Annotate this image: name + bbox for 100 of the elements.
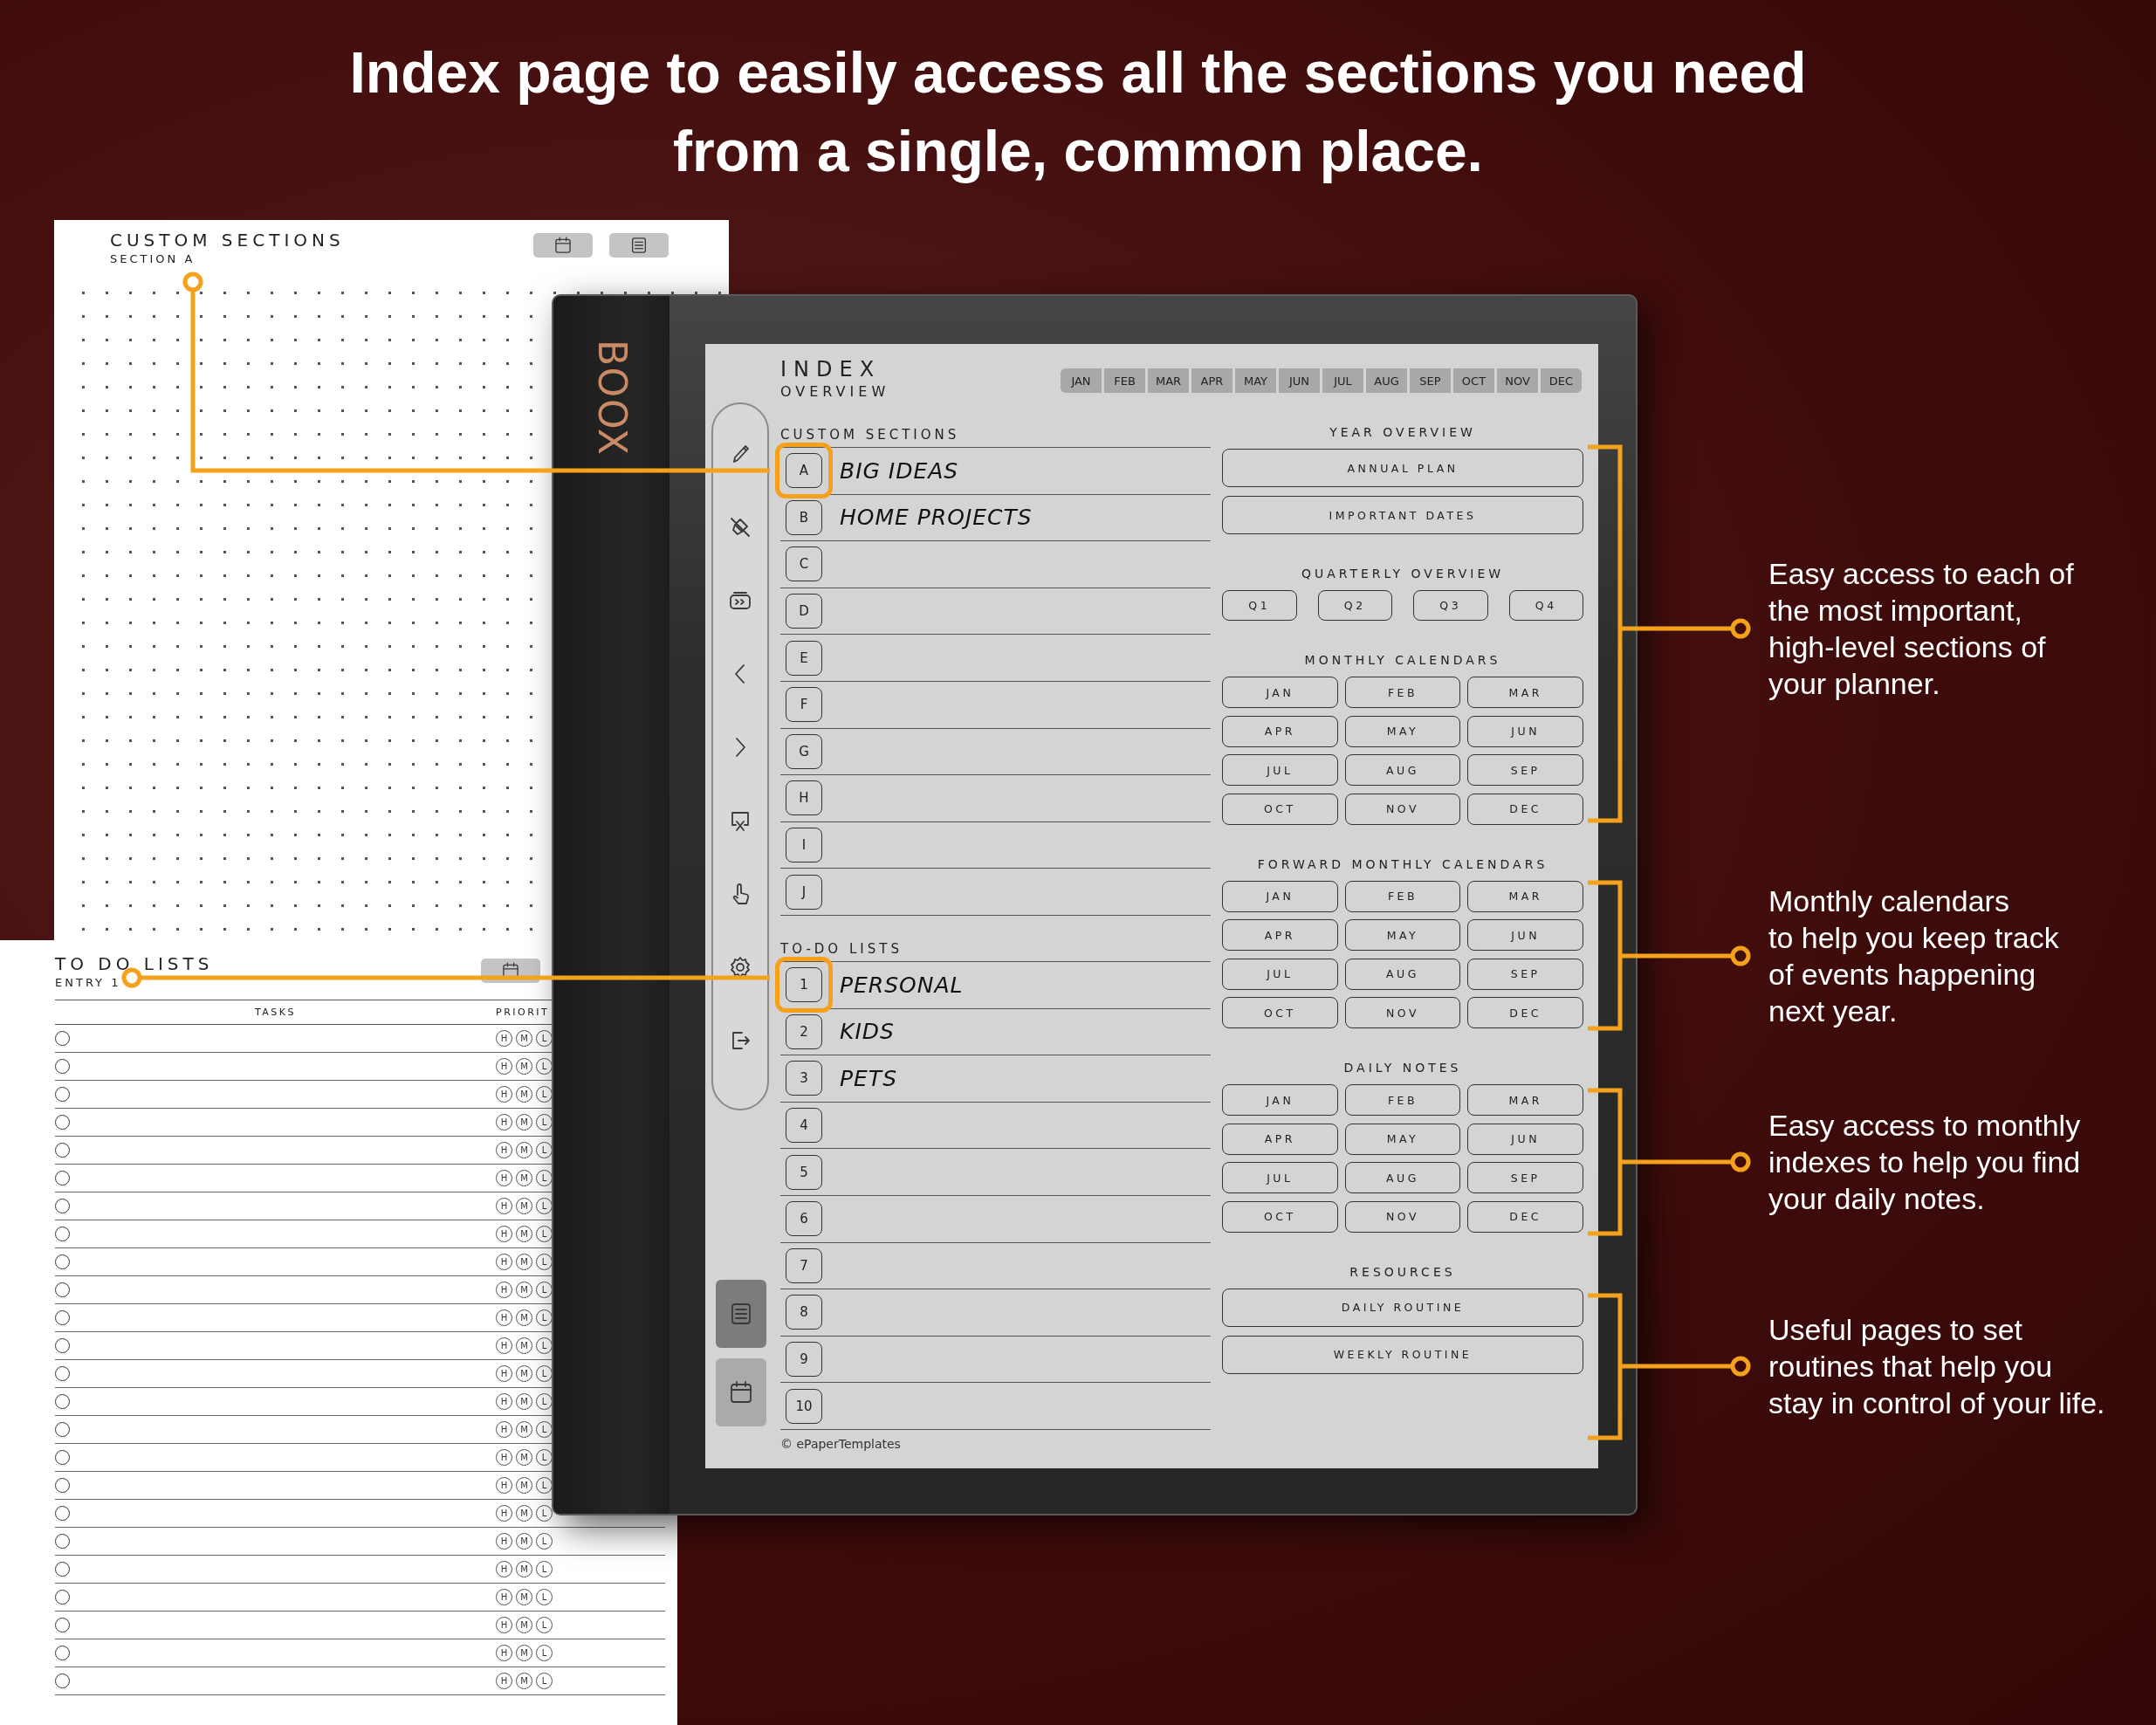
section-key-button[interactable]: H bbox=[786, 780, 822, 816]
quarter-button[interactable]: Q2 bbox=[1317, 590, 1392, 621]
quarter-button[interactable]: Q4 bbox=[1508, 590, 1583, 621]
callout-text: Easy access to each of the most important, high-level sections of your planner. bbox=[1768, 556, 2074, 702]
month-tab[interactable]: AUG bbox=[1366, 368, 1407, 393]
month-button[interactable]: SEP bbox=[1467, 958, 1583, 990]
list-button[interactable] bbox=[609, 233, 669, 258]
month-tab[interactable]: JUN bbox=[1279, 368, 1320, 393]
month-button[interactable]: OCT bbox=[1222, 1200, 1338, 1233]
month-button[interactable]: JAN bbox=[1222, 880, 1338, 912]
month-button[interactable]: DEC bbox=[1467, 1200, 1583, 1233]
month-button[interactable]: APR bbox=[1222, 1123, 1338, 1155]
month-button[interactable]: APR bbox=[1222, 919, 1338, 951]
month-button[interactable]: MAR bbox=[1467, 880, 1583, 912]
month-button[interactable]: FEB bbox=[1344, 677, 1461, 708]
handwritten-entry: PETS bbox=[840, 1065, 897, 1091]
section-key-button[interactable]: D bbox=[786, 594, 822, 629]
calendar-button[interactable] bbox=[533, 233, 593, 258]
month-button[interactable]: AUG bbox=[1344, 1162, 1461, 1193]
month-button[interactable]: AUG bbox=[1344, 754, 1461, 786]
calendar-icon bbox=[728, 1379, 754, 1405]
section-key-button[interactable]: A bbox=[786, 453, 822, 489]
month-button[interactable]: OCT bbox=[1222, 793, 1338, 825]
month-button[interactable]: MAY bbox=[1344, 919, 1461, 951]
section-key-button[interactable]: 8 bbox=[786, 1295, 822, 1330]
page-subtitle: OVERVIEW bbox=[780, 382, 890, 402]
month-tab[interactable]: SEP bbox=[1410, 368, 1451, 393]
section-key-button[interactable]: 2 bbox=[786, 1014, 822, 1049]
section-key-button[interactable]: 4 bbox=[786, 1108, 822, 1143]
section-key-button[interactable]: C bbox=[786, 546, 822, 582]
quarter-button[interactable]: Q1 bbox=[1222, 590, 1297, 621]
section-key-button[interactable]: 10 bbox=[786, 1388, 822, 1424]
month-button[interactable]: OCT bbox=[1222, 997, 1338, 1028]
section-key-button[interactable]: 7 bbox=[786, 1247, 822, 1283]
section-title: CUSTOM SECTIONS bbox=[780, 426, 960, 444]
month-button[interactable]: MAY bbox=[1344, 1123, 1461, 1155]
month-tab[interactable]: MAR bbox=[1148, 368, 1189, 393]
section-key-button[interactable]: E bbox=[786, 640, 822, 676]
section-title: YEAR OVERVIEW bbox=[1329, 424, 1477, 441]
section-key-button[interactable]: 6 bbox=[786, 1201, 822, 1237]
month-button[interactable]: JUN bbox=[1467, 1123, 1583, 1155]
page-title: CUSTOM SECTIONS bbox=[110, 229, 345, 251]
list-icon bbox=[629, 236, 649, 255]
month-button[interactable]: DEC bbox=[1467, 793, 1583, 825]
month-button[interactable]: SEP bbox=[1467, 754, 1583, 786]
handwritten-entry: KIDS bbox=[840, 1019, 895, 1045]
month-tab[interactable]: NOV bbox=[1497, 368, 1538, 393]
month-button[interactable]: JAN bbox=[1222, 677, 1338, 708]
month-button[interactable]: DEC bbox=[1467, 997, 1583, 1028]
page-subtitle: ENTRY 1 bbox=[55, 975, 122, 991]
month-button[interactable]: NOV bbox=[1344, 997, 1461, 1028]
month-button[interactable]: MAR bbox=[1467, 1084, 1583, 1116]
page-link-button[interactable]: DAILY ROUTINE bbox=[1222, 1288, 1583, 1327]
month-button[interactable]: NOV bbox=[1344, 1200, 1461, 1233]
month-button[interactable]: MAY bbox=[1344, 715, 1461, 747]
list-button[interactable] bbox=[716, 1280, 766, 1348]
brand-logo: BOOX bbox=[592, 340, 631, 457]
section-key-button[interactable]: 9 bbox=[786, 1342, 822, 1377]
month-button[interactable]: APR bbox=[1222, 715, 1338, 747]
month-button[interactable]: JUL bbox=[1222, 958, 1338, 990]
month-tab[interactable]: JAN bbox=[1061, 368, 1102, 393]
page-link-button[interactable]: WEEKLY ROUTINE bbox=[1222, 1335, 1583, 1374]
section-key-button[interactable]: G bbox=[786, 733, 822, 769]
section-title: RESOURCES bbox=[1349, 1263, 1457, 1281]
page-link-button[interactable]: ANNUAL PLAN bbox=[1222, 449, 1583, 487]
section-key-button[interactable]: 1 bbox=[786, 967, 822, 1003]
month-button[interactable]: JUL bbox=[1222, 754, 1338, 786]
section-key-button[interactable]: I bbox=[786, 828, 822, 863]
month-button[interactable]: SEP bbox=[1467, 1162, 1583, 1193]
month-tab[interactable]: APR bbox=[1191, 368, 1232, 393]
section-title: QUARTERLY OVERVIEW bbox=[1300, 566, 1506, 582]
copyright-text: © ePaperTemplates bbox=[780, 1436, 902, 1451]
month-tab[interactable]: DEC bbox=[1541, 368, 1582, 393]
month-tab[interactable]: JUL bbox=[1322, 368, 1363, 393]
handwritten-entry: HOME PROJECTS bbox=[840, 505, 1033, 531]
handwritten-entry: PERSONAL bbox=[840, 972, 964, 998]
section-key-button[interactable]: J bbox=[786, 874, 822, 910]
section-key-button[interactable]: 5 bbox=[786, 1154, 822, 1190]
month-button[interactable]: NOV bbox=[1344, 793, 1461, 825]
quarter-button[interactable]: Q3 bbox=[1413, 590, 1488, 621]
section-title: MONTHLY CALENDARS bbox=[1303, 652, 1502, 669]
month-button[interactable]: FEB bbox=[1344, 1084, 1461, 1116]
month-button[interactable]: JAN bbox=[1222, 1084, 1338, 1116]
section-key-button[interactable]: B bbox=[786, 499, 822, 535]
calendar-button[interactable] bbox=[716, 1358, 766, 1426]
callout-text: Monthly calendars to help you keep track of events happening next year. bbox=[1768, 883, 2059, 1029]
month-button[interactable]: JUL bbox=[1222, 1162, 1338, 1193]
month-tab[interactable]: MAY bbox=[1235, 368, 1276, 393]
callout-text: Useful pages to set routines that help you stay in control of your life. bbox=[1768, 1312, 2105, 1421]
calendar-icon bbox=[553, 236, 573, 255]
month-tab[interactable]: FEB bbox=[1104, 368, 1145, 393]
month-button[interactable]: AUG bbox=[1344, 958, 1461, 990]
month-button[interactable]: JUN bbox=[1467, 919, 1583, 951]
section-key-button[interactable]: F bbox=[786, 687, 822, 723]
page-link-button[interactable]: IMPORTANT DATES bbox=[1222, 496, 1583, 534]
month-tab[interactable]: OCT bbox=[1453, 368, 1494, 393]
section-key-button[interactable]: 3 bbox=[786, 1061, 822, 1096]
month-button[interactable]: MAR bbox=[1467, 677, 1583, 708]
month-button[interactable]: JUN bbox=[1467, 715, 1583, 747]
month-button[interactable]: FEB bbox=[1344, 880, 1461, 912]
